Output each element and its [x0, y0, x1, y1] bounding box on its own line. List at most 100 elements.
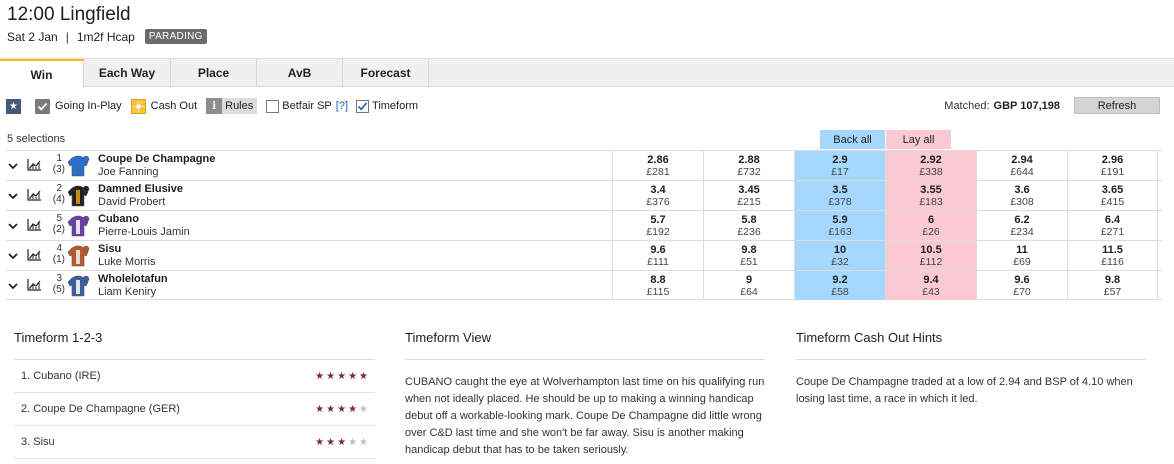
- chart-icon[interactable]: [27, 218, 42, 231]
- lay-price[interactable]: 11 £69: [976, 241, 1067, 270]
- best-back-price[interactable]: 3.5 £378: [794, 181, 885, 210]
- race-subline: Sat 2 Jan | 1m2f Hcap PARADING: [7, 29, 207, 44]
- price-amount: £58: [831, 285, 849, 298]
- back-price[interactable]: 3.4 £376: [612, 181, 703, 210]
- back-price[interactable]: 9.8 £51: [703, 241, 794, 270]
- lay-all-button[interactable]: Lay all: [886, 130, 951, 149]
- cash-out-indicator: Cash Out: [130, 98, 197, 114]
- chart-icon[interactable]: [27, 188, 42, 201]
- saddle-number: 1: [56, 153, 62, 164]
- horse-name[interactable]: Coupe De Champagne: [98, 153, 215, 166]
- betfair-sp-checkbox[interactable]: [266, 99, 280, 113]
- chart-icon[interactable]: [27, 248, 42, 261]
- price-amount: £732: [737, 165, 761, 178]
- back-price[interactable]: 5.7 £192: [612, 211, 703, 240]
- back-price[interactable]: 5.8 £236: [703, 211, 794, 240]
- back-price[interactable]: 9.6 £111: [612, 241, 703, 270]
- price-odds: 3.55: [920, 183, 942, 196]
- price-odds: 3.5: [832, 183, 848, 196]
- best-lay-price[interactable]: 9.4 £43: [885, 271, 976, 300]
- lay-price[interactable]: 2.94 £644: [976, 151, 1067, 180]
- favourite-toggle[interactable]: ★: [6, 98, 26, 114]
- chart-icon[interactable]: [27, 158, 42, 171]
- saddle-number: 2: [56, 183, 62, 194]
- lay-price[interactable]: 6.2 £234: [976, 211, 1067, 240]
- price-amount: £51: [740, 255, 758, 268]
- chevron-down-icon[interactable]: [7, 190, 19, 202]
- rating-star-icon: ★: [337, 403, 349, 415]
- lay-price[interactable]: 9.8 £57: [1067, 271, 1158, 300]
- lay-price[interactable]: 3.65 £415: [1067, 181, 1158, 210]
- back-price[interactable]: 2.88 £732: [703, 151, 794, 180]
- timeform-toggle[interactable]: Timeform: [356, 99, 418, 113]
- price-amount: £644: [1010, 165, 1034, 178]
- horse-name[interactable]: Damned Elusive: [98, 183, 183, 196]
- horse-name[interactable]: Cubano: [98, 213, 190, 226]
- rules-button[interactable]: i Rules: [206, 98, 258, 114]
- lay-price[interactable]: 3.6 £308: [976, 181, 1067, 210]
- runner-names: Sisu Luke Morris: [98, 243, 155, 269]
- lay-price[interactable]: 6.4 £271: [1067, 211, 1158, 240]
- betfair-sp-label: Betfair SP: [282, 100, 332, 112]
- best-back-price[interactable]: 2.9 £17: [794, 151, 885, 180]
- tab-each-way[interactable]: Each Way: [84, 59, 171, 87]
- lay-price[interactable]: 2.96 £191: [1067, 151, 1158, 180]
- price-amount: £378: [828, 195, 852, 208]
- cashout-hints-panel: Timeform Cash Out Hints Coupe De Champag…: [796, 330, 1146, 408]
- help-link[interactable]: [?]: [336, 100, 348, 112]
- best-back-price[interactable]: 5.9 £163: [794, 211, 885, 240]
- betfair-sp-toggle[interactable]: Betfair SP: [266, 99, 332, 113]
- chart-icon[interactable]: [27, 278, 42, 291]
- timeform-checkbox[interactable]: [356, 99, 370, 113]
- chevron-down-icon[interactable]: [7, 160, 19, 172]
- price-amount: £64: [740, 285, 758, 298]
- divider: [796, 359, 1146, 360]
- back-all-button[interactable]: Back all: [820, 130, 885, 149]
- divider: [405, 359, 765, 360]
- chevron-down-icon[interactable]: [7, 250, 19, 262]
- lay-price[interactable]: 9.6 £70: [976, 271, 1067, 300]
- runner-list: 1 (3) Coupe De Champagne Joe Fanning 2.86 £28…: [6, 150, 1162, 300]
- best-lay-price[interactable]: 2.92 £338: [885, 151, 976, 180]
- back-price[interactable]: 8.8 £115: [612, 271, 703, 300]
- price-amount: £191: [1100, 165, 1125, 178]
- runner-numbers: 4 (1): [45, 243, 65, 265]
- cash-out-icon: [130, 98, 146, 114]
- rating-star-icon: ★: [337, 436, 349, 448]
- timeform-view-text: CUBANO caught the eye at Wolverhampton l…: [405, 376, 765, 456]
- refresh-button[interactable]: Refresh: [1074, 97, 1160, 114]
- jockey-silk-icon: [67, 155, 90, 177]
- list-item: 3. Sisu ★★★★★: [14, 426, 375, 459]
- tab-place[interactable]: Place: [171, 59, 257, 87]
- best-lay-price[interactable]: 3.55 £183: [885, 181, 976, 210]
- runner-info: 3 (5) Wholelotafun Liam Keniry: [6, 271, 612, 300]
- horse-name[interactable]: Wholelotafun: [98, 273, 168, 286]
- tab-avb[interactable]: AvB: [257, 59, 343, 87]
- price-amount: £116: [1101, 255, 1124, 268]
- rules-label: Rules: [225, 100, 254, 112]
- price-odds: 9.4: [923, 273, 939, 286]
- chevron-down-icon[interactable]: [7, 280, 19, 292]
- lay-price[interactable]: 11.5 £116: [1067, 241, 1158, 270]
- tab-win[interactable]: Win: [0, 59, 84, 88]
- best-lay-price[interactable]: 10.5 £112: [885, 241, 976, 270]
- runner-row: 3 (5) Wholelotafun Liam Keniry 8.8 £115 9 £64 9.…: [6, 270, 1162, 300]
- back-price[interactable]: 2.86 £281: [612, 151, 703, 180]
- best-back-price[interactable]: 9.2 £58: [794, 271, 885, 300]
- runner-numbers: 1 (3): [45, 153, 65, 175]
- going-in-play-label: Going In-Play: [55, 100, 122, 112]
- best-back-price[interactable]: 10 £32: [794, 241, 885, 270]
- price-amount: £70: [1013, 285, 1031, 298]
- cashout-hints-title: Timeform Cash Out Hints: [796, 330, 943, 345]
- back-price[interactable]: 3.45 £215: [703, 181, 794, 210]
- best-lay-price[interactable]: 6 £26: [885, 211, 976, 240]
- price-odds: 9.8: [1104, 273, 1121, 286]
- back-price[interactable]: 9 £64: [703, 271, 794, 300]
- check-icon: [35, 98, 50, 114]
- horse-name[interactable]: Sisu: [98, 243, 155, 256]
- timeform-pick: 3. Sisu: [21, 436, 55, 448]
- price-amount: £192: [646, 225, 670, 238]
- runner-info: 4 (1) Sisu Luke Morris: [6, 241, 612, 270]
- tab-forecast[interactable]: Forecast: [343, 59, 429, 87]
- chevron-down-icon[interactable]: [7, 220, 19, 232]
